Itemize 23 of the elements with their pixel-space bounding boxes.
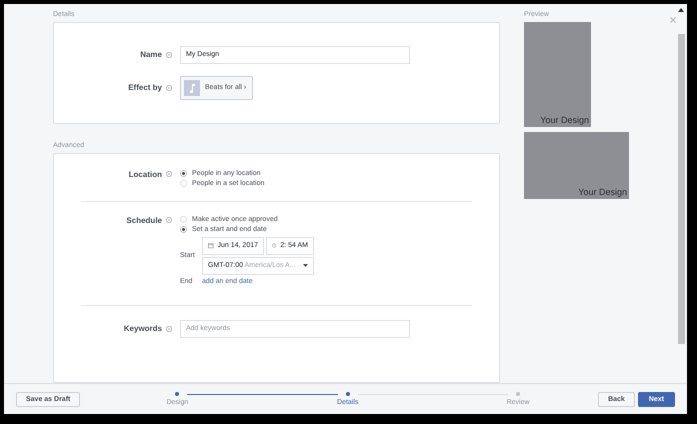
info-icon: [166, 217, 172, 224]
radio-button[interactable]: [180, 216, 187, 223]
caret-icon: [303, 264, 308, 268]
field-label: Keywords: [124, 324, 162, 334]
scrollbar-thumb[interactable]: [678, 34, 684, 344]
field-label: Schedule: [126, 216, 162, 225]
info-icon: [166, 52, 172, 58]
radio-button[interactable]: [180, 170, 187, 177]
music-note-icon: [184, 80, 200, 96]
preview-caption: Your Design: [578, 187, 627, 197]
info-icon: [166, 326, 172, 332]
close-icon[interactable]: [670, 17, 676, 23]
field-label: Effect by: [128, 83, 162, 92]
info-icon: [166, 171, 172, 178]
field-label: Location: [128, 170, 162, 179]
clock-icon: [272, 242, 276, 250]
preview-caption: Your Design: [540, 115, 589, 125]
field-label: Name: [140, 50, 162, 60]
radio-button[interactable]: [180, 226, 187, 233]
radio-button[interactable]: [180, 180, 187, 187]
scroll-up-arrow-icon[interactable]: [678, 8, 684, 12]
info-icon: [166, 84, 172, 91]
calendar-icon: [208, 242, 214, 250]
